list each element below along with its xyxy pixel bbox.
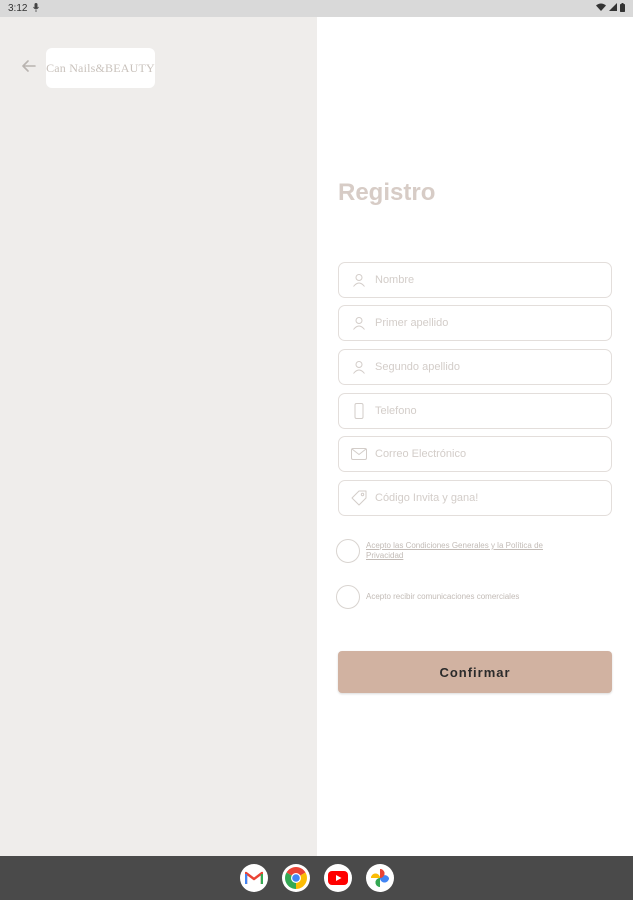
app-dock: [0, 856, 633, 900]
marketing-consent-row: Acepto recibir comunicaciones comerciale…: [336, 585, 519, 609]
user-icon: [351, 315, 367, 331]
mic-icon: [33, 2, 40, 15]
photos-icon[interactable]: [365, 864, 394, 892]
first-surname-field[interactable]: [338, 305, 612, 341]
first-name-field[interactable]: [338, 262, 612, 298]
chrome-icon[interactable]: [281, 864, 310, 892]
phone-input[interactable]: [375, 405, 595, 417]
second-surname-field[interactable]: [338, 349, 612, 385]
status-time: 3:12: [8, 3, 28, 14]
signal-icon: [609, 3, 617, 14]
invite-code-field[interactable]: [338, 480, 612, 516]
terms-checkbox[interactable]: [336, 539, 360, 563]
first-surname-input[interactable]: [375, 317, 595, 329]
youtube-icon[interactable]: [323, 864, 352, 892]
brand-logo: Can Nails&BEAUTY: [46, 48, 155, 88]
first-name-input[interactable]: [375, 274, 595, 286]
back-arrow-icon[interactable]: [20, 59, 38, 77]
left-panel: Can Nails&BEAUTY: [0, 17, 317, 856]
wifi-icon: [596, 3, 606, 14]
terms-consent-row: Acepto las Condiciones Generales y la Po…: [336, 539, 576, 563]
mail-icon: [351, 446, 367, 462]
terms-link[interactable]: Acepto las Condiciones Generales y la Po…: [366, 541, 576, 561]
marketing-checkbox[interactable]: [336, 585, 360, 609]
gmail-icon[interactable]: [239, 864, 268, 892]
second-surname-input[interactable]: [375, 361, 595, 373]
confirm-button[interactable]: Confirmar: [338, 651, 612, 693]
marketing-label: Acepto recibir comunicaciones comerciale…: [366, 592, 520, 601]
page-title: Registro: [338, 179, 436, 206]
user-icon: [351, 272, 367, 288]
invite-code-input[interactable]: [375, 492, 595, 504]
phone-icon: [351, 403, 367, 419]
email-input[interactable]: [375, 448, 595, 460]
registration-panel: Registro Acep: [317, 17, 633, 856]
battery-icon: [620, 2, 625, 15]
status-bar: 3:12: [0, 0, 633, 17]
email-field[interactable]: [338, 436, 612, 472]
phone-field[interactable]: [338, 393, 612, 429]
user-icon: [351, 359, 367, 375]
logo-text: Can Nails&BEAUTY: [46, 60, 155, 75]
tag-icon: [351, 490, 367, 506]
